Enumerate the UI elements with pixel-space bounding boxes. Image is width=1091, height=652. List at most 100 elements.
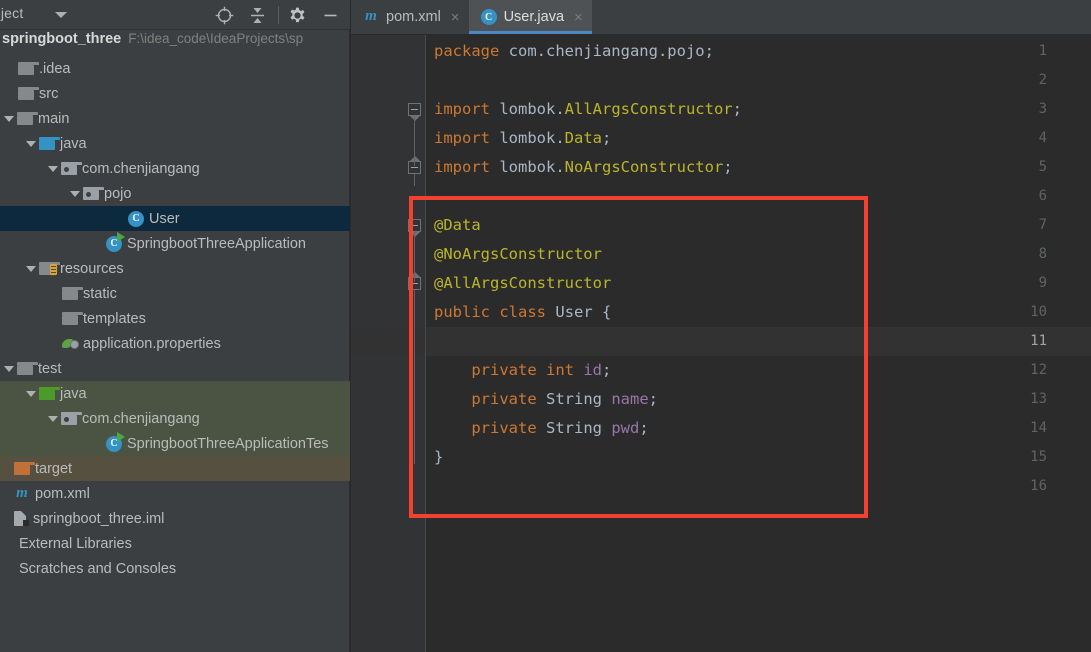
tree-node-target[interactable]: target bbox=[0, 456, 350, 481]
line-number: 3 bbox=[1038, 101, 1047, 117]
code-token: public bbox=[434, 303, 490, 321]
chevron-down-icon[interactable] bbox=[70, 190, 80, 197]
editor-tab-user-java[interactable]: C User.java × bbox=[468, 0, 593, 34]
chevron-down-icon[interactable] bbox=[48, 165, 58, 172]
project-path: F:\idea_code\IdeaProjects\sp bbox=[128, 31, 304, 46]
source-code[interactable]: package com.chenjiangang.pojo; import lo… bbox=[434, 37, 742, 501]
code-token: @Data bbox=[434, 216, 481, 234]
tree-node-label: static bbox=[83, 285, 117, 302]
editor-tab-pom-xml[interactable]: m pom.xml × bbox=[351, 0, 469, 34]
hide-window-icon[interactable] bbox=[321, 6, 340, 30]
tree-node-label: java bbox=[60, 385, 87, 402]
tree-node-java[interactable]: java bbox=[0, 381, 350, 406]
editor-area: m pom.xml × C User.java × 1 2 3 4 5 6 7 8 9 10 11 12 13 14… bbox=[351, 0, 1091, 652]
tree-node-application-properties[interactable]: application.properties bbox=[0, 331, 350, 356]
settings-gear-icon[interactable] bbox=[288, 6, 307, 30]
tree-node-test[interactable]: test bbox=[0, 356, 350, 381]
tree-node-label: application.properties bbox=[83, 335, 221, 352]
fold-collapse-icon[interactable] bbox=[408, 219, 421, 237]
tree-node-label: SpringbootThreeApplication bbox=[127, 235, 306, 252]
tree-node-java[interactable]: java bbox=[0, 131, 350, 156]
code-line: package com.chenjiangang.pojo; bbox=[434, 37, 742, 66]
code-token: com.chenjiangang.pojo; bbox=[499, 42, 714, 60]
collapse-all-icon[interactable] bbox=[248, 6, 267, 30]
code-editor[interactable]: 1 2 3 4 5 6 7 8 9 10 11 12 13 14 15 16 package com.chen… bbox=[351, 35, 1091, 652]
maven-icon: m bbox=[365, 8, 377, 24]
gutter-divider bbox=[425, 35, 426, 652]
tree-node-templates[interactable]: templates bbox=[0, 306, 350, 331]
tree-node-external-libraries[interactable]: External Libraries bbox=[0, 531, 350, 556]
java-class-icon: C bbox=[128, 210, 144, 227]
tree-node-com-chenjiangang[interactable]: com.chenjiangang bbox=[0, 156, 350, 181]
tree-node-springboot-three-iml[interactable]: springboot_three.iml bbox=[0, 506, 350, 531]
code-token: String bbox=[546, 390, 602, 408]
folder-package-icon bbox=[83, 187, 104, 200]
tree-node-main[interactable]: main bbox=[0, 106, 350, 131]
tree-node-label: Scratches and Consoles bbox=[19, 560, 177, 577]
code-token: ; bbox=[601, 129, 612, 147]
tree-node-label: springboot_three.iml bbox=[33, 510, 165, 527]
tree-node-src[interactable]: src bbox=[0, 81, 350, 106]
folder-grey-icon bbox=[18, 62, 39, 75]
line-number: 2 bbox=[1038, 72, 1047, 88]
code-token: package bbox=[434, 42, 500, 60]
chevron-down-icon[interactable] bbox=[48, 415, 58, 422]
tree-node-pom-xml[interactable]: m pom.xml bbox=[0, 481, 350, 506]
code-line: @Data bbox=[434, 211, 742, 240]
code-token: private bbox=[471, 390, 537, 408]
tree-node-springbootthreeapplicationtes[interactable]: C SpringbootThreeApplicationTes bbox=[0, 431, 350, 456]
tree-node-pojo[interactable]: pojo bbox=[0, 181, 350, 206]
folder-orange-icon bbox=[14, 462, 35, 475]
folder-grey-icon bbox=[17, 362, 38, 375]
ide-window: roject bbox=[0, 0, 1091, 652]
tree-node-com-chenjiangang[interactable]: com.chenjiangang bbox=[0, 406, 350, 431]
tree-node-user[interactable]: C User bbox=[0, 206, 350, 231]
line-number: 10 bbox=[1030, 304, 1047, 320]
chevron-down-icon[interactable] bbox=[26, 265, 36, 272]
code-token: ; bbox=[602, 361, 612, 379]
chevron-down-icon[interactable] bbox=[26, 390, 36, 397]
close-tab-icon[interactable]: × bbox=[574, 10, 583, 25]
code-token: @AllArgsConstructor bbox=[434, 274, 612, 292]
code-token: @NoArgsConstructor bbox=[434, 245, 602, 263]
tree-node-label: SpringbootThreeApplicationTes bbox=[127, 435, 329, 452]
project-tree[interactable]: springboot_three F:\idea_code\IdeaProjec… bbox=[0, 31, 350, 652]
code-line: private String pwd; bbox=[434, 414, 742, 443]
code-token: { bbox=[592, 303, 612, 321]
locate-icon[interactable] bbox=[215, 6, 234, 30]
chevron-down-icon[interactable] bbox=[55, 12, 67, 18]
tool-window-title: roject bbox=[0, 5, 24, 21]
fold-collapse-icon[interactable] bbox=[408, 103, 421, 121]
chevron-down-icon[interactable] bbox=[4, 365, 14, 372]
fold-rail bbox=[414, 116, 415, 166]
chevron-down-icon[interactable] bbox=[26, 140, 36, 147]
tree-node-label: src bbox=[39, 85, 59, 102]
code-token: Data bbox=[564, 129, 602, 147]
code-line: public class User { bbox=[434, 298, 742, 327]
line-number: 13 bbox=[1030, 391, 1047, 407]
tree-node-static[interactable]: static bbox=[0, 281, 350, 306]
tree-node-scratches-and-consoles[interactable]: Scratches and Consoles bbox=[0, 556, 350, 581]
tree-node-resources[interactable]: resources bbox=[0, 256, 350, 281]
tree-node-label: templates bbox=[83, 310, 146, 327]
code-line: private int id; bbox=[434, 356, 742, 385]
project-root-row[interactable]: springboot_three F:\idea_code\IdeaProjec… bbox=[0, 31, 350, 56]
chevron-down-icon[interactable] bbox=[4, 115, 14, 122]
tree-node-springbootthreeapplication[interactable]: C SpringbootThreeApplication bbox=[0, 231, 350, 256]
code-token: import bbox=[434, 129, 490, 147]
java-runnable-class-icon: C bbox=[106, 431, 125, 452]
code-token: class bbox=[499, 303, 547, 321]
close-tab-icon[interactable]: × bbox=[451, 10, 460, 25]
tree-node-idea[interactable]: .idea bbox=[0, 56, 350, 81]
java-runnable-class-icon: C bbox=[106, 231, 125, 252]
code-line: @AllArgsConstructor bbox=[434, 269, 742, 298]
